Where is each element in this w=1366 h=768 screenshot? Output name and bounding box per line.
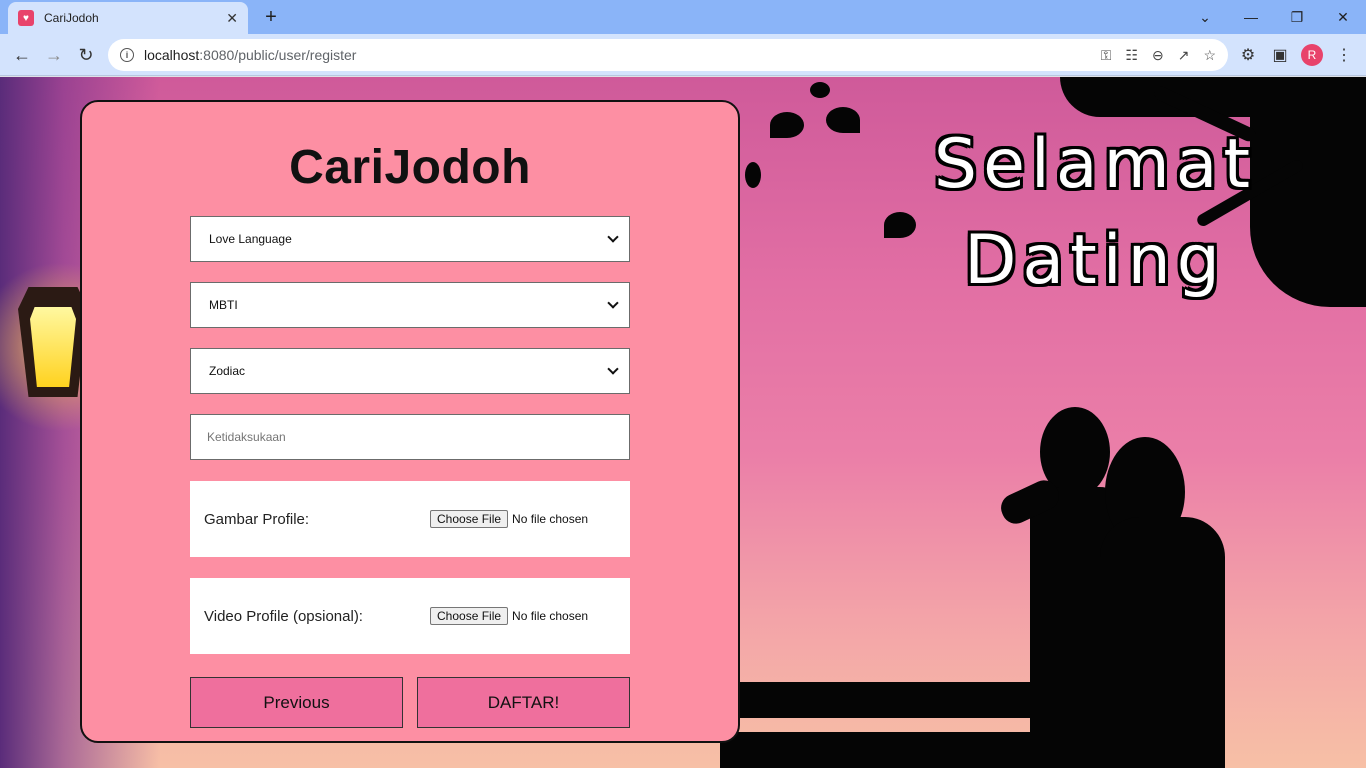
url-path: :8080/public/user/register [199, 47, 357, 63]
dislikes-input[interactable]: Ketidaksukaan [190, 414, 630, 460]
file-status: No file chosen [512, 609, 589, 623]
browser-tab[interactable]: ♥ CariJodoh ✕ [8, 2, 248, 34]
mbti-value: MBTI [209, 298, 238, 312]
dislikes-placeholder: Ketidaksukaan [207, 430, 286, 444]
zodiac-select[interactable]: Zodiac [190, 348, 630, 394]
leaf [826, 107, 860, 133]
address-bar[interactable]: i localhost :8080/public/user/register ⚿… [108, 39, 1228, 71]
leaf [770, 112, 804, 138]
lamp-light [30, 307, 76, 387]
brand-title: CariJodoh [289, 141, 531, 194]
site-info-icon[interactable]: i [120, 48, 134, 62]
minimize-icon[interactable]: — [1228, 0, 1274, 34]
reload-icon[interactable]: ↻ [72, 41, 100, 69]
window-close-icon[interactable]: ✕ [1320, 0, 1366, 34]
restore-icon[interactable]: ❐ [1274, 0, 1320, 34]
register-form: CariJodoh Love Language MBTI Zodiac Keti… [80, 100, 740, 743]
leaf [810, 82, 830, 98]
close-icon[interactable]: ✕ [226, 10, 238, 27]
key-icon[interactable]: ⚿ [1101, 47, 1112, 64]
menu-icon[interactable]: ⋮ [1330, 41, 1358, 69]
person-body [1100, 517, 1225, 768]
forward-icon[interactable]: → [40, 41, 68, 69]
profile-video-upload: Video Profile (opsional): Choose File No… [190, 578, 630, 654]
welcome-line-1: Selamat [933, 125, 1257, 204]
love-language-select[interactable]: Love Language [190, 216, 630, 262]
share-icon[interactable]: ↗ [1178, 47, 1190, 64]
submit-button[interactable]: DAFTAR! [417, 677, 630, 728]
side-panel-icon[interactable]: ▣ [1266, 41, 1294, 69]
profile-video-label: Video Profile (opsional): [204, 607, 363, 625]
extensions-icon[interactable]: ⚙ [1234, 41, 1262, 69]
file-status: No file chosen [512, 512, 589, 526]
welcome-heading: Selamat Dating [900, 117, 1290, 309]
chevron-down-icon [607, 231, 619, 243]
choose-file-button[interactable]: Choose File [430, 607, 509, 625]
tab-search-icon[interactable]: ⌄ [1182, 0, 1228, 34]
mbti-select[interactable]: MBTI [190, 282, 630, 328]
chevron-down-icon [607, 363, 619, 375]
zoom-out-icon[interactable]: ⊖ [1152, 47, 1164, 64]
profile-avatar[interactable]: R [1301, 44, 1323, 66]
previous-button[interactable]: Previous [190, 677, 403, 728]
url-host: localhost [144, 47, 200, 63]
profile-image-upload: Gambar Profile: Choose File No file chos… [190, 481, 630, 557]
zodiac-value: Zodiac [209, 364, 246, 378]
choose-file-button[interactable]: Choose File [430, 510, 509, 528]
register-page: Selamat Dating CariJodoh Love Language M… [0, 77, 1366, 768]
welcome-line-2: Dating [964, 221, 1226, 300]
love-language-value: Love Language [209, 232, 292, 246]
browser-tab-strip: ♥ CariJodoh ✕ + ⌄ — ❐ ✕ [0, 0, 1366, 34]
back-icon[interactable]: ← [8, 41, 36, 69]
translate-icon[interactable]: ☷ [1125, 47, 1138, 64]
leaf [745, 162, 761, 188]
profile-image-label: Gambar Profile: [204, 510, 310, 528]
star-icon[interactable]: ☆ [1203, 47, 1216, 64]
heart-icon: ♥ [18, 10, 34, 26]
tab-title: CariJodoh [44, 11, 99, 25]
browser-toolbar: ← → ↻ i localhost :8080/public/user/regi… [0, 34, 1366, 76]
chevron-down-icon [607, 297, 619, 309]
new-tab-button[interactable]: + [258, 4, 284, 30]
